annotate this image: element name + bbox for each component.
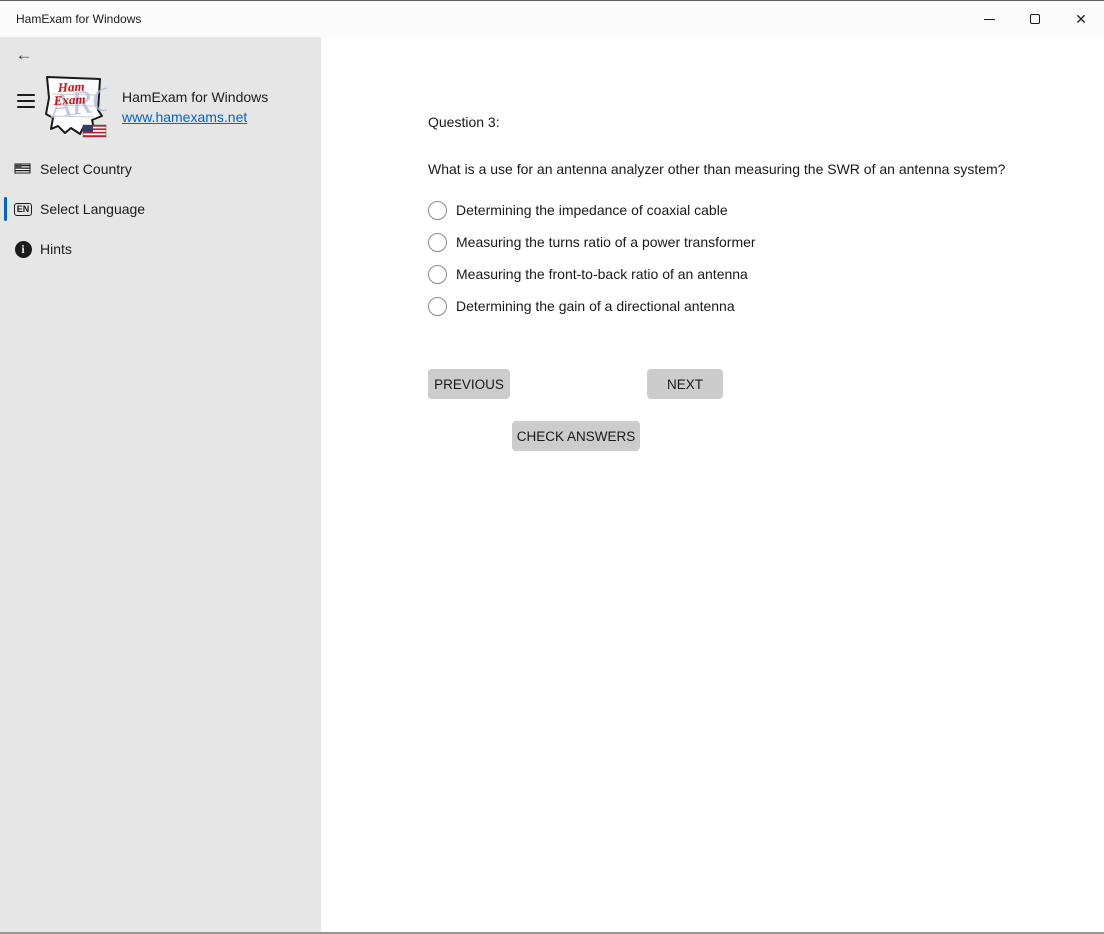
- sidebar-app-title: HamExam for Windows: [122, 89, 269, 105]
- minimize-button[interactable]: [966, 1, 1012, 37]
- menu-toggle-button[interactable]: [10, 85, 42, 117]
- window-title: HamExam for Windows: [16, 12, 142, 26]
- back-button[interactable]: ←: [8, 39, 40, 71]
- sidebar: ← ARC Ham Exam HamExam for Windows www.h…: [0, 37, 321, 932]
- radio-button-icon[interactable]: [428, 232, 447, 252]
- close-button[interactable]: ✕: [1058, 1, 1104, 37]
- sidebar-item-label: Hints: [40, 241, 72, 257]
- answer-option[interactable]: Determining the gain of a directional an…: [428, 290, 1074, 322]
- sidebar-item-label: Select Language: [40, 201, 146, 217]
- answer-options: Determining the impedance of coaxial cab…: [428, 194, 1074, 322]
- selection-indicator: [4, 157, 7, 181]
- answer-option-label: Determining the impedance of coaxial cab…: [456, 202, 728, 218]
- next-button[interactable]: NEXT: [647, 369, 723, 399]
- maximize-button[interactable]: [1012, 1, 1058, 37]
- info-icon: i: [13, 239, 33, 259]
- answer-option[interactable]: Measuring the front-to-back ratio of an …: [428, 258, 1074, 290]
- app-logo: ARC Ham Exam: [40, 74, 107, 138]
- svg-text:Exam: Exam: [52, 91, 86, 108]
- selection-indicator: [4, 197, 7, 221]
- back-arrow-icon: ←: [15, 45, 33, 64]
- sidebar-item-label: Select Country: [40, 161, 132, 177]
- country-flag-icon: [13, 159, 33, 179]
- answer-option[interactable]: Measuring the turns ratio of a power tra…: [428, 226, 1074, 258]
- sidebar-item-select-language[interactable]: EN Select Language: [0, 189, 321, 229]
- maximize-icon: [1030, 14, 1040, 24]
- minimize-icon: [983, 18, 995, 20]
- answer-option-label: Measuring the front-to-back ratio of an …: [456, 266, 748, 282]
- radio-button-icon[interactable]: [428, 296, 447, 316]
- sidebar-item-select-country[interactable]: Select Country: [0, 149, 321, 189]
- radio-button-icon[interactable]: [428, 200, 447, 220]
- sidebar-item-hints[interactable]: i Hints: [0, 229, 321, 269]
- question-panel: Question 3: What is a use for an antenna…: [321, 37, 1104, 932]
- previous-button[interactable]: PREVIOUS: [428, 369, 510, 399]
- question-text: What is a use for an antenna analyzer ot…: [428, 161, 1006, 177]
- app-window: HamExam for Windows ✕ ← ARC Ham Exam Ham…: [0, 0, 1104, 934]
- radio-button-icon[interactable]: [428, 264, 447, 284]
- language-en-icon: EN: [13, 199, 33, 219]
- sidebar-nav: Select Country EN Select Language i Hint…: [0, 149, 321, 269]
- en-badge: EN: [13, 202, 33, 216]
- selection-indicator: [4, 237, 7, 261]
- close-icon: ✕: [1075, 11, 1087, 27]
- us-flag-icon: [82, 124, 107, 138]
- titlebar: HamExam for Windows ✕: [0, 1, 1104, 37]
- window-controls: ✕: [966, 1, 1104, 37]
- answer-option-label: Measuring the turns ratio of a power tra…: [456, 234, 756, 250]
- question-number-label: Question 3:: [428, 114, 500, 130]
- check-answers-button[interactable]: CHECK ANSWERS: [512, 421, 640, 451]
- answer-option[interactable]: Determining the impedance of coaxial cab…: [428, 194, 1074, 226]
- hamexams-link[interactable]: www.hamexams.net: [122, 109, 247, 125]
- answer-option-label: Determining the gain of a directional an…: [456, 298, 735, 314]
